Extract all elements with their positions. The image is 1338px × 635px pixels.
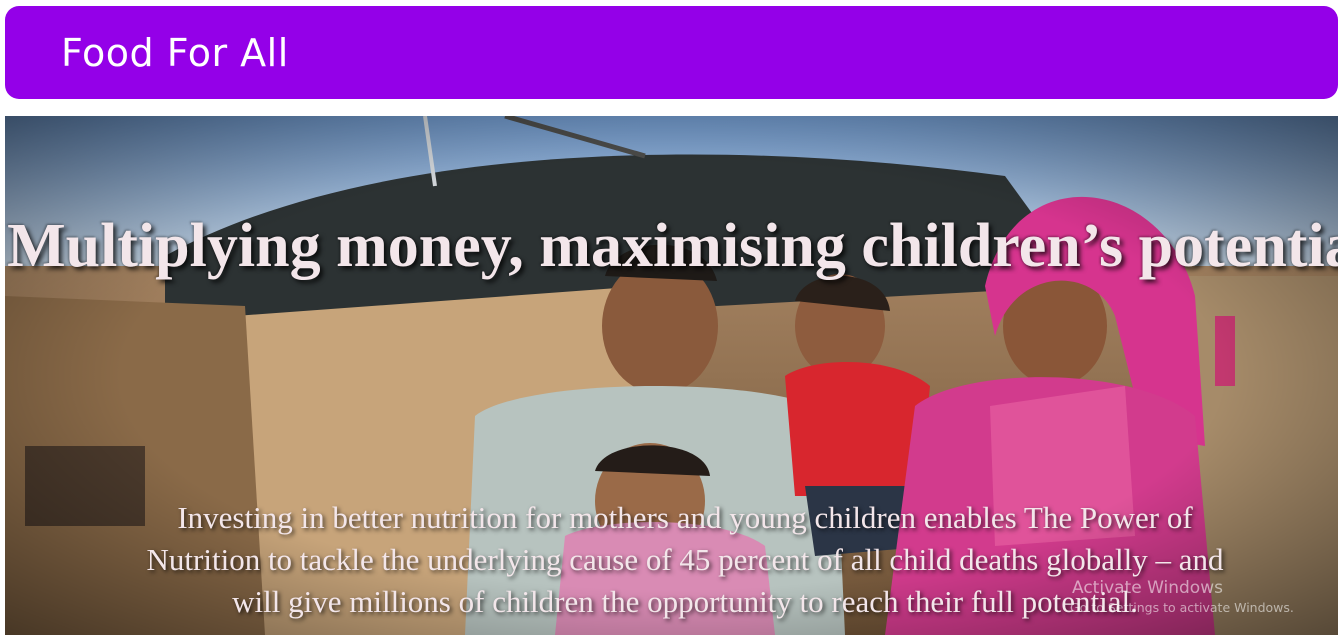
hero-banner: Multiplying money, maximising children’s… — [5, 116, 1338, 635]
hero-description: Investing in better nutrition for mother… — [146, 500, 1224, 619]
brand-logo-link[interactable]: Food For All — [61, 31, 289, 75]
hero-title: Multiplying money, maximising children’s… — [7, 212, 1338, 280]
top-navbar: Food For All — [5, 6, 1338, 99]
